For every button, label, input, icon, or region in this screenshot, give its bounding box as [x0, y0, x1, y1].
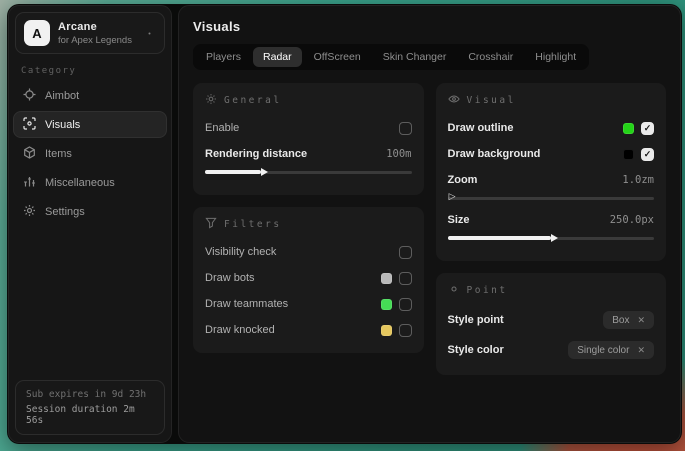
sidebar-item-label: Visuals [45, 119, 80, 131]
draw-knocked-label: Draw knocked [205, 324, 374, 336]
tab-highlight[interactable]: Highlight [525, 47, 586, 67]
zoom-value: 1.0zm [622, 174, 654, 186]
draw-knocked-checkbox[interactable] [399, 324, 412, 337]
check-icon: ✓ [644, 123, 652, 134]
draw-background-label: Draw background [448, 148, 617, 160]
enable-label: Enable [205, 122, 392, 134]
enable-checkbox[interactable] [399, 122, 412, 135]
style-color-label: Style color [448, 344, 562, 356]
draw-knocked-color-swatch[interactable] [381, 325, 392, 336]
tab-skin-changer[interactable]: Skin Changer [373, 47, 457, 67]
sidebar-item-aimbot[interactable]: Aimbot [13, 82, 167, 109]
zoom-slider[interactable]: ▷ [448, 193, 655, 203]
style-point-label: Style point [448, 314, 597, 326]
rendering-distance-value: 100m [386, 148, 411, 160]
filters-panel: Filters Visibility check Draw bots Draw … [193, 207, 424, 353]
zoom-label: Zoom [448, 174, 616, 186]
close-icon[interactable]: ✕ [637, 345, 645, 356]
tab-players[interactable]: Players [196, 47, 251, 67]
app-logo: A [24, 20, 50, 46]
draw-outline-color-swatch[interactable] [623, 123, 634, 134]
sidebar-item-label: Miscellaneous [45, 177, 115, 189]
page-title: Visuals [193, 19, 666, 34]
point-dot-icon [448, 283, 460, 298]
miscellaneous-icon [23, 175, 36, 191]
draw-teammates-checkbox[interactable] [399, 298, 412, 311]
point-panel: Point Style point Box ✕ Style color Sing… [436, 273, 667, 375]
general-panel-title: General [224, 95, 282, 106]
session-duration-text: Session duration 2m 56s [26, 404, 154, 426]
slider-thumb[interactable] [261, 168, 268, 176]
draw-outline-label: Draw outline [448, 122, 617, 134]
sidebar-item-miscellaneous[interactable]: Miscellaneous [13, 169, 167, 196]
tab-crosshair[interactable]: Crosshair [458, 47, 523, 67]
tab-offscreen[interactable]: OffScreen [304, 47, 371, 67]
filter-funnel-icon [205, 217, 217, 232]
sidebar-item-items[interactable]: Items [13, 140, 167, 167]
point-panel-title: Point [467, 285, 508, 296]
tab-radar[interactable]: Radar [253, 47, 302, 67]
rendering-distance-label: Rendering distance [205, 148, 379, 160]
app-subtitle: for Apex Legends [58, 35, 135, 46]
check-icon: ✓ [644, 149, 652, 160]
sidebar: A Arcane for Apex Legends Category [8, 5, 172, 443]
draw-teammates-color-swatch[interactable] [381, 299, 392, 310]
sidebar-item-label: Settings [45, 206, 85, 218]
sub-expires-text: Sub expires in 9d 23h [26, 389, 154, 400]
gear-icon [23, 204, 36, 220]
sidebar-item-visuals[interactable]: Visuals [13, 111, 167, 138]
aimbot-icon [23, 88, 36, 104]
draw-background-checkbox[interactable]: ✓ [641, 148, 654, 161]
sidebar-item-label: Aimbot [45, 90, 79, 102]
style-color-select[interactable]: Single color ✕ [568, 341, 654, 359]
general-panel: General Enable Rendering distance 100m [193, 83, 424, 195]
visuals-tabbar: Players Radar OffScreen Skin Changer Cro… [193, 44, 589, 70]
rendering-distance-slider[interactable] [205, 167, 412, 177]
slider-thumb[interactable] [551, 234, 558, 242]
draw-bots-color-swatch[interactable] [381, 273, 392, 284]
style-color-value: Single color [577, 345, 629, 356]
eye-icon [448, 93, 460, 108]
crosshair-icon[interactable] [143, 27, 156, 40]
app-window: A Arcane for Apex Legends Category [7, 4, 682, 444]
size-label: Size [448, 214, 603, 226]
visibility-check-label: Visibility check [205, 246, 392, 258]
session-info-card: Sub expires in 9d 23h Session duration 2… [15, 380, 165, 435]
style-point-value: Box [612, 315, 629, 326]
visual-panel: Visual Draw outline ✓ Draw background ✓ … [436, 83, 667, 261]
general-gear-icon [205, 93, 217, 108]
close-icon[interactable]: ✕ [637, 315, 645, 326]
items-box-icon [23, 146, 36, 162]
sidebar-item-settings[interactable]: Settings [13, 198, 167, 225]
draw-outline-checkbox[interactable]: ✓ [641, 122, 654, 135]
sidebar-nav: Aimbot Visuals Items [9, 82, 171, 225]
visuals-icon [23, 117, 36, 133]
draw-bots-label: Draw bots [205, 272, 374, 284]
size-slider[interactable] [448, 233, 655, 243]
category-label: Category [21, 66, 159, 76]
main-panel: Visuals Players Radar OffScreen Skin Cha… [178, 5, 681, 443]
draw-teammates-label: Draw teammates [205, 298, 374, 310]
style-point-select[interactable]: Box ✕ [603, 311, 654, 329]
slider-thumb[interactable]: ▷ [449, 193, 456, 202]
visibility-check-checkbox[interactable] [399, 246, 412, 259]
filters-panel-title: Filters [224, 219, 282, 230]
brand-card: A Arcane for Apex Legends [15, 12, 165, 54]
app-name: Arcane [58, 21, 135, 33]
size-value: 250.0px [610, 214, 654, 226]
visual-panel-title: Visual [467, 95, 516, 106]
sidebar-item-label: Items [45, 148, 72, 160]
draw-background-color-swatch[interactable] [623, 149, 634, 160]
draw-bots-checkbox[interactable] [399, 272, 412, 285]
